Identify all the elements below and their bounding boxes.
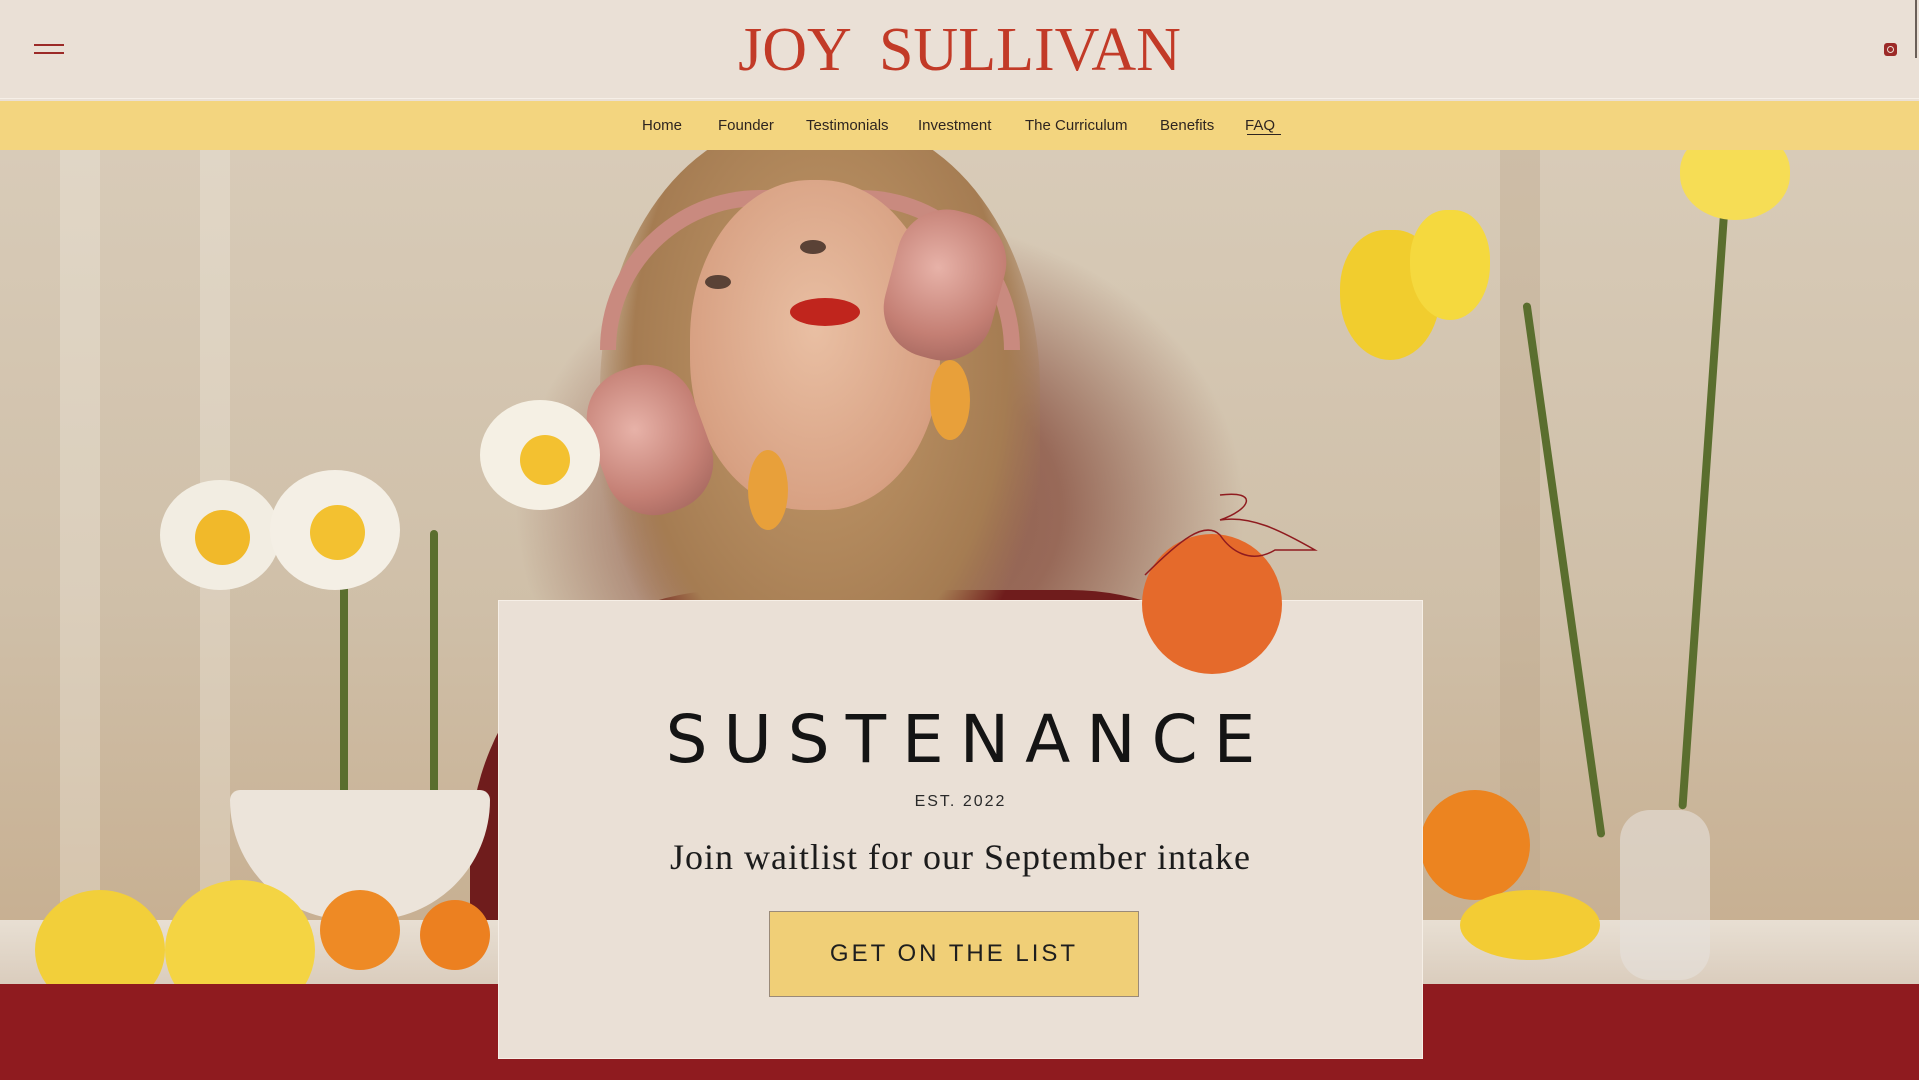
main-nav: Home Founder Testimonials Investment The…: [0, 101, 1919, 150]
site-header: JOY SULLIVAN: [0, 0, 1919, 99]
orange-fruit: [1420, 790, 1530, 900]
glass-vase: [1620, 810, 1710, 980]
nav-item-investment[interactable]: Investment: [918, 117, 991, 134]
get-on-list-button[interactable]: GET ON THE LIST: [769, 911, 1139, 997]
eye: [800, 240, 826, 254]
nav-item-testimonials[interactable]: Testimonials: [806, 117, 889, 134]
orange-fruit: [420, 900, 490, 970]
tulip: [1680, 150, 1790, 220]
drape-fold: [60, 150, 100, 984]
flower-stem: [430, 530, 438, 810]
waitlist-subtitle: Join waitlist for our September intake: [670, 837, 1251, 877]
nav-item-founder[interactable]: Founder: [718, 117, 774, 134]
flower-stem: [1678, 190, 1730, 810]
daffodil-center: [520, 435, 570, 485]
established-label: EST. 2022: [914, 793, 1007, 810]
instagram-icon[interactable]: [1884, 43, 1897, 56]
scribble-decoration: [1144, 493, 1318, 576]
orange-fruit: [320, 890, 400, 970]
nav-item-curriculum[interactable]: The Curriculum: [1025, 117, 1128, 134]
nav-item-faq[interactable]: FAQ: [1245, 117, 1275, 134]
nav-active-underline: [1247, 134, 1281, 135]
nav-item-benefits[interactable]: Benefits: [1160, 117, 1214, 134]
yellow-flowers: [1460, 890, 1600, 960]
tulip: [1410, 210, 1490, 320]
daffodil-center: [310, 505, 365, 560]
nav-item-home[interactable]: Home: [642, 117, 682, 134]
orange-earring: [748, 450, 788, 530]
lips: [790, 298, 860, 326]
site-logo[interactable]: JOY SULLIVAN: [0, 14, 1919, 86]
eye: [705, 275, 731, 289]
program-title: SUSTENANCE: [665, 701, 1272, 778]
orange-earring: [930, 360, 970, 440]
lemon: [35, 890, 165, 984]
scrollbar[interactable]: [1915, 0, 1917, 58]
daffodil-center: [195, 510, 250, 565]
